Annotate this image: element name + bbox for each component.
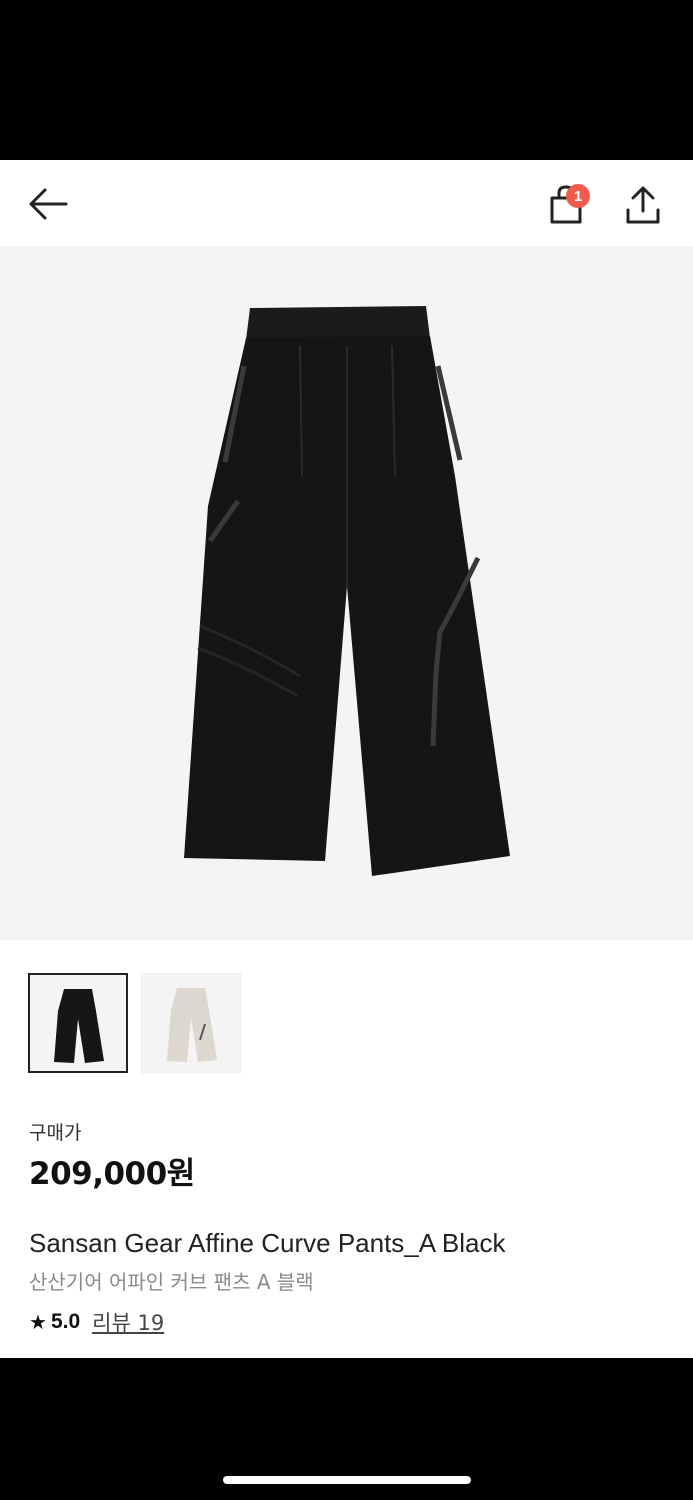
product-name-english: Sansan Gear Affine Curve Pants_A Black — [29, 1228, 506, 1258]
share-button[interactable] — [620, 184, 666, 228]
cart-count-badge: 1 — [566, 184, 590, 208]
pants-image — [184, 306, 510, 876]
share-upload-icon — [626, 186, 660, 224]
review-count-link[interactable]: 리뷰 19 — [92, 1307, 164, 1337]
cart-button[interactable]: 1 — [542, 182, 598, 228]
thumbnail-black-image — [54, 989, 104, 1063]
top-nav-bar: 1 — [0, 160, 693, 246]
rating-row: ★ 5.0 리뷰 19 — [29, 1308, 164, 1336]
thumbnail-black[interactable] — [28, 973, 128, 1073]
star-icon: ★ — [29, 1310, 47, 1334]
product-screen: 1 구매가 209,000원 Sansan Gear Affine Curve … — [0, 160, 693, 1358]
price-label: 구매가 — [29, 1122, 82, 1144]
thumbnail-beige[interactable] — [141, 973, 241, 1073]
thumbnail-beige-image — [167, 988, 217, 1062]
product-main-image[interactable] — [0, 246, 693, 940]
product-name-korean: 산산기어 어파인 커브 팬츠 A 블랙 — [29, 1270, 314, 1294]
rating-value: 5.0 — [50, 1310, 81, 1333]
product-price: 209,000원 — [29, 1156, 195, 1192]
status-bar-area — [0, 0, 693, 160]
home-indicator[interactable] — [223, 1476, 471, 1484]
arrow-left-icon — [29, 188, 68, 220]
back-button[interactable] — [24, 184, 74, 224]
